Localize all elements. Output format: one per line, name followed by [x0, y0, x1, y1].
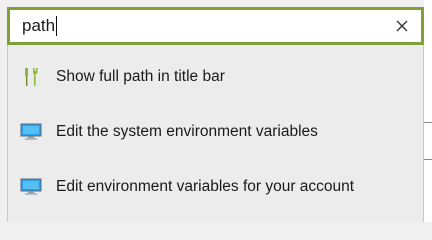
search-results-list: Show full path in title bar Edit the sys… — [7, 45, 424, 222]
search-input[interactable]: path — [10, 10, 383, 42]
settings-tools-icon — [20, 66, 42, 88]
result-item-show-full-path[interactable]: Show full path in title bar — [8, 57, 423, 97]
search-popup: path Show full path in title bar Edit th… — [0, 0, 432, 222]
background-window-field-edge — [424, 122, 432, 160]
clear-search-button[interactable] — [383, 10, 421, 42]
text-caret — [56, 16, 58, 36]
monitor-icon — [20, 176, 42, 198]
result-item-account-env-vars[interactable]: Edit environment variables for your acco… — [8, 167, 423, 207]
result-label: Show full path in title bar — [56, 68, 225, 85]
monitor-icon — [20, 121, 42, 143]
search-box[interactable]: path — [7, 7, 424, 45]
close-icon — [396, 20, 408, 32]
result-item-system-env-vars[interactable]: Edit the system environment variables — [8, 112, 423, 152]
result-label: Edit environment variables for your acco… — [56, 178, 355, 195]
result-label: Edit the system environment variables — [56, 123, 318, 140]
background-window-edge — [424, 0, 432, 222]
search-input-value: path — [22, 16, 56, 35]
